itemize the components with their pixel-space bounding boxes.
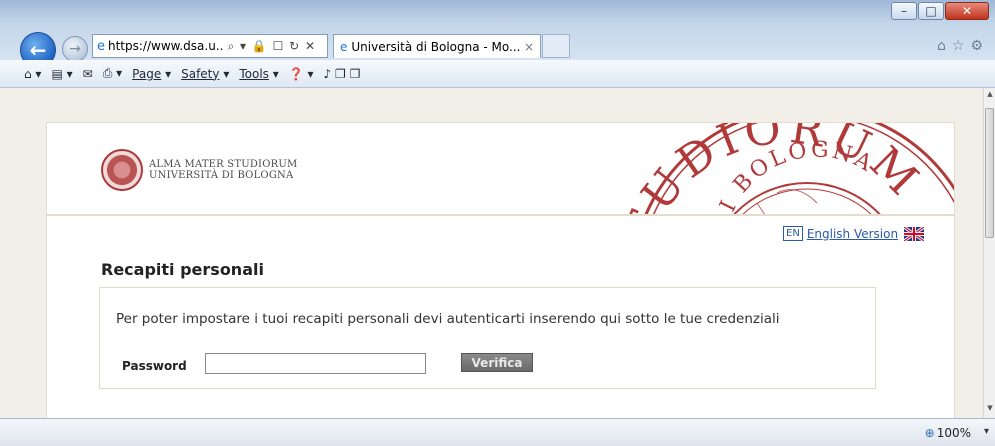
tab-close-icon[interactable]: ×	[524, 40, 534, 54]
login-panel: Per poter impostare i tuoi recapiti pers…	[99, 287, 876, 389]
home-icon[interactable]: ⌂ ▾	[24, 67, 41, 81]
feeds-icon[interactable]: ▤ ▾	[51, 67, 72, 81]
print-icon[interactable]: ⎙ ▾	[103, 66, 122, 81]
tools-menu-chevron-icon: ▾	[272, 66, 279, 81]
help-icon[interactable]: ❓ ▾	[289, 67, 314, 81]
maximize-button[interactable]: □	[918, 2, 944, 20]
page-container: ALMA MATER STUDIORUM UNIVERSITÀ DI BOLOG…	[46, 122, 955, 418]
tab-title: Università di Bologna - Mo...	[351, 39, 521, 54]
command-bar: ⌂ ▾ ▤ ▾ ✉ ⎙ ▾ Page ▾ Safety ▾ Tools ▾ ❓ …	[0, 60, 995, 88]
en-badge: EN	[783, 226, 803, 241]
home-favorites-settings-icons[interactable]: ⌂☆⚙	[937, 38, 989, 54]
new-tab-button[interactable]	[542, 34, 570, 58]
english-version-link[interactable]: EN English Version	[783, 226, 925, 241]
close-icon: ✕	[961, 4, 973, 18]
scroll-up-icon[interactable]: ▲	[984, 90, 995, 102]
window-controls: – □ ✕	[890, 2, 989, 20]
uk-flag-icon	[904, 226, 925, 241]
address-url-text: https://www.dsa.u..	[108, 39, 224, 53]
site-header: ALMA MATER STUDIORUM UNIVERSITÀ DI BOLOG…	[47, 123, 954, 216]
forward-button[interactable]: →	[62, 36, 88, 62]
address-bar[interactable]: e https://www.dsa.u.. ⌕ ▾ 🔒 ☐ ↻ ✕	[92, 34, 328, 58]
browser-titlebar: – □ ✕ ← → e https://www.dsa.u.. ⌕ ▾ 🔒 ☐ …	[0, 0, 995, 68]
logo-text: ALMA MATER STUDIORUM UNIVERSITÀ DI BOLOG…	[149, 159, 297, 181]
zoom-level[interactable]: ⊕ 100%	[925, 426, 971, 440]
scrollbar-thumb[interactable]	[985, 108, 994, 238]
mail-icon[interactable]: ✉	[83, 67, 93, 81]
minimize-button[interactable]: –	[891, 2, 917, 20]
minimize-icon: –	[901, 4, 907, 18]
page-menu[interactable]: Page ▾	[132, 67, 171, 81]
english-version-text[interactable]: English Version	[807, 227, 898, 241]
back-arrow-icon: ←	[29, 38, 47, 62]
zoom-icon: ⊕	[924, 426, 935, 440]
page-menu-chevron-icon: ▾	[165, 66, 172, 81]
page-viewport: ALMA MATER STUDIORUM UNIVERSITÀ DI BOLOG…	[0, 88, 983, 418]
tab-universita-bologna[interactable]: e Università di Bologna - Mo... ×	[333, 34, 541, 58]
vertical-scrollbar[interactable]: ▲ ▼	[983, 88, 995, 418]
zoom-dropdown-icon[interactable]: ▾	[984, 426, 989, 437]
logo-seal-icon	[101, 149, 143, 191]
status-bar: ⊕ 100% ▾	[0, 418, 995, 446]
tools-menu[interactable]: Tools ▾	[239, 67, 278, 81]
university-logo[interactable]: ALMA MATER STUDIORUM UNIVERSITÀ DI BOLOG…	[101, 149, 297, 191]
page-menu-label: Page	[132, 66, 162, 81]
tools-menu-label: Tools	[239, 66, 269, 81]
address-bar-tools-icons[interactable]: ⌕ ▾ 🔒 ☐ ↻ ✕	[227, 39, 316, 54]
password-input[interactable]	[205, 353, 426, 374]
maximize-icon: □	[925, 4, 937, 18]
forward-arrow-icon: →	[69, 41, 81, 57]
tab-ie-icon: e	[340, 39, 348, 54]
safety-menu[interactable]: Safety ▾	[181, 67, 229, 81]
ie-page-icon: e	[97, 38, 105, 54]
verifica-button[interactable]: Verifica	[461, 353, 533, 372]
university-seal-graphic: STUDIORUM DI BOLOGNA	[607, 123, 954, 214]
safety-menu-label: Safety	[181, 66, 220, 81]
password-label: Password	[122, 359, 187, 373]
zoom-value: 100%	[936, 426, 971, 440]
auth-message: Per poter impostare i tuoi recapiti pers…	[116, 311, 780, 327]
safety-menu-chevron-icon: ▾	[223, 66, 230, 81]
navigation-row: ← → e https://www.dsa.u.. ⌕ ▾ 🔒 ☐ ↻ ✕ e …	[0, 24, 995, 68]
logo-line-2: UNIVERSITÀ DI BOLOGNA	[149, 170, 294, 181]
page-title: Recapiti personali	[101, 260, 264, 279]
scroll-down-icon[interactable]: ▼	[984, 404, 995, 416]
address-url[interactable]: https://www.dsa.u..	[108, 39, 223, 53]
close-window-button[interactable]: ✕	[945, 2, 989, 20]
logo-line-1: ALMA MATER STUDIORUM	[149, 159, 298, 170]
addon-icons[interactable]: ♪ ❐ ❐	[324, 67, 361, 81]
